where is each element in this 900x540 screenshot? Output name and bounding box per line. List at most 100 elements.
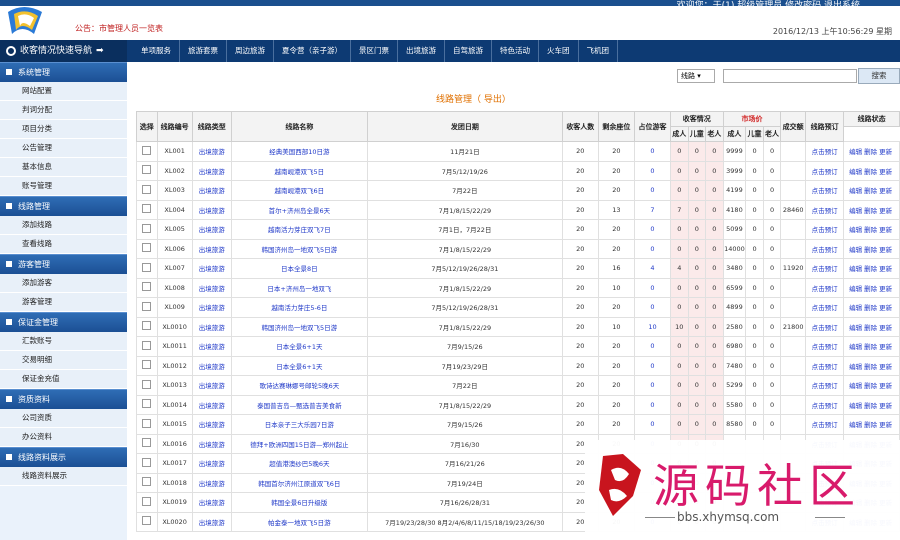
action-link[interactable]: 编辑	[849, 246, 862, 254]
sidebar-item[interactable]: 保证金充值	[0, 370, 127, 389]
route-type[interactable]: 出境旅游	[191, 453, 232, 474]
book-link[interactable]: 点击预订	[805, 277, 845, 298]
search-button[interactable]: 搜索	[858, 68, 900, 84]
sidebar-item[interactable]: 汇款账号	[0, 332, 127, 351]
row-checkbox[interactable]	[142, 477, 152, 487]
route-name[interactable]: 日本亲子三大乐园7日游	[230, 414, 368, 435]
occupied[interactable]: 0	[633, 355, 672, 376]
occupied[interactable]: 0	[633, 219, 672, 240]
book-link[interactable]: 点击预订	[805, 160, 845, 181]
sidebar-section[interactable]: 线路资料展示	[0, 447, 127, 467]
row-checkbox[interactable]	[142, 399, 152, 409]
route-name[interactable]: 超值港澳纱巴5晚6天	[230, 453, 368, 474]
quick-nav-title[interactable]: 收客情况快速导航 ➡	[0, 40, 127, 62]
sidebar-section[interactable]: 保证金管理	[0, 312, 127, 332]
sidebar-item[interactable]: 判词分配	[0, 101, 127, 120]
route-type[interactable]: 出境旅游	[191, 336, 232, 357]
nav-item-5[interactable]: 出境旅游	[398, 40, 445, 62]
sidebar-item[interactable]: 线路资料展示	[0, 467, 127, 486]
select-cell[interactable]	[136, 472, 158, 493]
action-link[interactable]: 编辑	[849, 285, 862, 293]
search-type-select[interactable]: 线路 ▾	[677, 69, 715, 83]
route-name[interactable]: 首尔+济州岛全景6天	[230, 199, 368, 220]
row-checkbox[interactable]	[142, 262, 152, 272]
route-type[interactable]: 出境旅游	[191, 199, 232, 220]
action-link[interactable]: 更新	[879, 226, 892, 234]
route-name[interactable]: 歌诗达赛琳娜号邮轮5晚6天	[230, 375, 368, 396]
row-checkbox[interactable]	[142, 184, 152, 194]
row-checkbox[interactable]	[142, 321, 152, 331]
route-name[interactable]: 越南活力芽庄5-6日	[230, 297, 368, 318]
row-checkbox[interactable]	[142, 379, 152, 389]
occupied[interactable]: 0	[633, 141, 672, 162]
select-cell[interactable]	[136, 258, 158, 279]
row-checkbox[interactable]	[142, 418, 152, 428]
book-link[interactable]: 点击预订	[805, 199, 845, 220]
occupied[interactable]: 4	[633, 258, 672, 279]
sidebar-item[interactable]: 游客管理	[0, 293, 127, 312]
action-link[interactable]: 编辑	[849, 363, 862, 371]
route-type[interactable]: 出境旅游	[191, 141, 232, 162]
action-link[interactable]: 删除	[864, 246, 877, 254]
occupied[interactable]: 0	[633, 375, 672, 396]
route-name[interactable]: 韩国首尔济州江原道双飞6日	[230, 472, 368, 493]
row-checkbox[interactable]	[142, 165, 152, 175]
select-cell[interactable]	[136, 433, 158, 454]
nav-item-7[interactable]: 特色活动	[492, 40, 539, 62]
select-cell[interactable]	[136, 316, 158, 337]
row-checkbox[interactable]	[142, 516, 152, 526]
route-type[interactable]: 出境旅游	[191, 472, 232, 493]
nav-item-3[interactable]: 夏令营（亲子游）	[274, 40, 351, 62]
occupied[interactable]: 0	[633, 238, 672, 259]
route-name[interactable]: 韩国济州岛一地双飞5日游	[230, 238, 368, 259]
route-type[interactable]: 出境旅游	[191, 297, 232, 318]
route-name[interactable]: 韩国济州岛一地双飞5日游	[230, 316, 368, 337]
select-cell[interactable]	[136, 297, 158, 318]
action-link[interactable]: 删除	[864, 187, 877, 195]
nav-item-0[interactable]: 单项服务	[133, 40, 180, 62]
row-checkbox[interactable]	[142, 243, 152, 253]
sidebar-item[interactable]: 公司资质	[0, 409, 127, 428]
select-cell[interactable]	[136, 453, 158, 474]
route-name[interactable]: 日本全景6+1天	[230, 355, 368, 376]
occupied[interactable]: 0	[633, 277, 672, 298]
book-link[interactable]: 点击预订	[805, 414, 845, 435]
row-checkbox[interactable]	[142, 204, 152, 214]
occupied[interactable]: 0	[633, 394, 672, 415]
select-cell[interactable]	[136, 180, 158, 201]
occupied[interactable]: 7	[633, 199, 672, 220]
route-type[interactable]: 出境旅游	[191, 180, 232, 201]
route-type[interactable]: 出境旅游	[191, 492, 232, 513]
occupied[interactable]: 0	[633, 297, 672, 318]
select-cell[interactable]	[136, 492, 158, 513]
book-link[interactable]: 点击预订	[805, 375, 845, 396]
action-link[interactable]: 删除	[864, 382, 877, 390]
nav-item-6[interactable]: 自驾旅游	[445, 40, 492, 62]
action-link[interactable]: 更新	[879, 265, 892, 273]
route-type[interactable]: 出境旅游	[191, 394, 232, 415]
route-type[interactable]: 出境旅游	[191, 258, 232, 279]
sidebar-item[interactable]: 基本信息	[0, 158, 127, 177]
row-checkbox[interactable]	[142, 438, 152, 448]
row-checkbox[interactable]	[142, 282, 152, 292]
action-link[interactable]: 删除	[864, 285, 877, 293]
action-link[interactable]: 更新	[879, 168, 892, 176]
route-type[interactable]: 出境旅游	[191, 414, 232, 435]
action-link[interactable]: 更新	[879, 363, 892, 371]
route-name[interactable]: 帕金泰一地双飞5日游	[230, 511, 368, 532]
book-link[interactable]: 点击预订	[805, 297, 845, 318]
row-checkbox[interactable]	[142, 360, 152, 370]
action-link[interactable]: 更新	[879, 382, 892, 390]
route-name[interactable]: 德拜+欧洲四国15日游—郑州起止	[230, 433, 368, 454]
select-cell[interactable]	[136, 336, 158, 357]
nav-item-4[interactable]: 景区门票	[351, 40, 398, 62]
sidebar-item[interactable]: 项目分类	[0, 120, 127, 139]
book-link[interactable]: 点击预订	[805, 258, 845, 279]
action-link[interactable]: 更新	[879, 148, 892, 156]
action-link[interactable]: 更新	[879, 343, 892, 351]
action-link[interactable]: 更新	[879, 187, 892, 195]
action-link[interactable]: 编辑	[849, 207, 862, 215]
action-link[interactable]: 删除	[864, 324, 877, 332]
route-name[interactable]: 日本+济州岛一地双飞	[230, 277, 368, 298]
route-name[interactable]: 日本全景8日	[230, 258, 368, 279]
